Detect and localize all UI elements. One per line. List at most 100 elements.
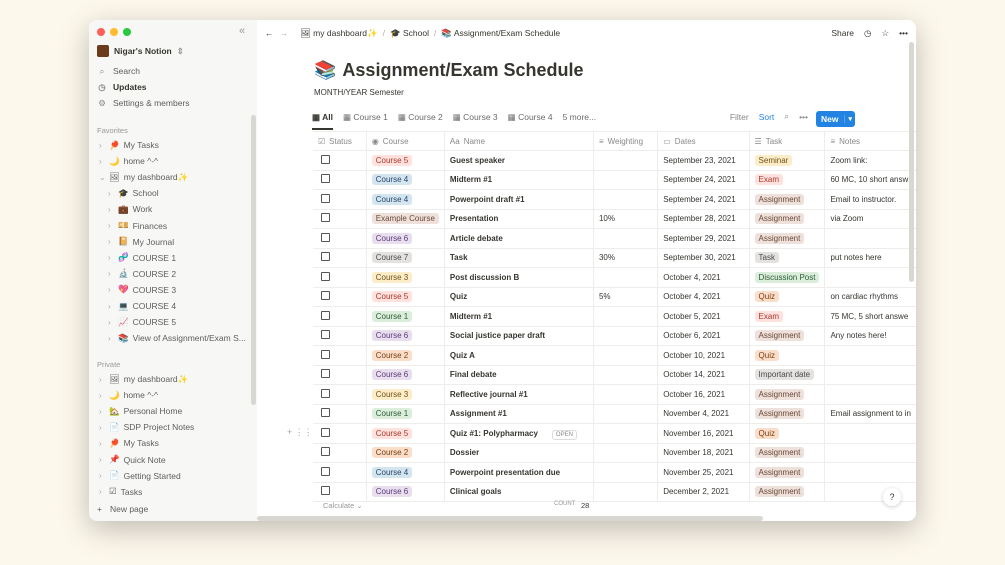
task-cell[interactable]: Discussion Post: [748, 267, 825, 288]
name-cell[interactable]: Midterm #1: [443, 306, 594, 327]
sidebar-private-item[interactable]: › 📌 Quick Note: [99, 453, 166, 467]
course-cell[interactable]: Course 5: [365, 150, 445, 171]
sidebar-favorite-item[interactable]: › 🧬 COURSE 1: [108, 251, 176, 265]
task-cell[interactable]: Exam: [748, 306, 825, 327]
table-row[interactable]: Course 6 Article debate September 29, 2021…: [313, 228, 916, 249]
notes-cell[interactable]: [824, 462, 916, 483]
notes-cell[interactable]: [824, 267, 916, 288]
table-row[interactable]: Course 6 Social justice paper draft Octobe…: [313, 326, 916, 346]
name-cell[interactable]: Assignment #1: [443, 404, 594, 424]
date-cell[interactable]: September 28, 2021: [657, 209, 750, 229]
weighting-cell[interactable]: [592, 482, 658, 502]
weighting-cell[interactable]: [592, 150, 658, 171]
sidebar-favorite-item[interactable]: › 🏓 My Tasks: [99, 138, 159, 152]
date-cell[interactable]: November 4, 2021: [657, 404, 750, 424]
name-cell[interactable]: Final debate: [443, 365, 594, 385]
course-cell[interactable]: Course 3: [365, 267, 445, 288]
date-cell[interactable]: October 6, 2021: [657, 326, 750, 346]
table-row[interactable]: Example Course Presentation 10% September 2…: [313, 209, 916, 229]
course-cell[interactable]: Course 2: [365, 443, 445, 463]
workspace-switcher[interactable]: Nigar's Notion ⇕: [97, 45, 184, 57]
name-cell[interactable]: Guest speaker: [443, 150, 594, 171]
table-row[interactable]: Course 2 Dossier November 18, 2021 Assignme…: [313, 443, 916, 463]
notes-cell[interactable]: 60 MC, 10 short answ: [824, 170, 916, 190]
date-cell[interactable]: September 24, 2021: [657, 189, 750, 210]
sidebar-private-item[interactable]: › 🖼 my dashboard ✨: [99, 372, 188, 386]
chevron-right-icon[interactable]: ›: [108, 237, 114, 246]
weighting-cell[interactable]: [592, 345, 658, 366]
table-row[interactable]: Course 4 Midterm #1 September 24, 2021 Exam…: [313, 170, 916, 190]
status-checkbox[interactable]: [321, 330, 330, 340]
status-checkbox[interactable]: [321, 252, 330, 262]
sidebar-favorite-item[interactable]: › 🔬 COURSE 2: [108, 267, 176, 281]
sidebar-favorite-item[interactable]: › 📚 View of Assignment/Exam S...: [108, 331, 246, 345]
more-icon[interactable]: •••: [899, 28, 908, 38]
chevron-right-icon[interactable]: ›: [108, 334, 114, 343]
chevron-right-icon[interactable]: ›: [108, 318, 114, 327]
forward-arrow-icon[interactable]: →: [280, 28, 289, 38]
breadcrumb-item[interactable]: 🖼 my dashboard✨: [300, 28, 378, 39]
date-cell[interactable]: November 25, 2021: [657, 462, 750, 483]
date-cell[interactable]: October 14, 2021: [657, 365, 750, 385]
notes-cell[interactable]: Email to instructor.: [824, 189, 916, 210]
tab-course-2[interactable]: ▦ Course 2: [398, 112, 443, 130]
sidebar-private-item[interactable]: › 🌙 home ^-^: [99, 388, 158, 402]
new-button[interactable]: New ▾: [816, 111, 855, 127]
name-cell[interactable]: Reflective journal #1: [443, 384, 594, 405]
horizontal-scrollbar[interactable]: [257, 516, 763, 521]
sidebar-favorite-item[interactable]: › 🎓 School: [108, 186, 159, 200]
notes-cell[interactable]: [824, 482, 916, 502]
column-header-name[interactable]: Aa Name: [443, 131, 594, 151]
task-cell[interactable]: Task: [748, 248, 825, 268]
sort-button[interactable]: Sort: [759, 112, 775, 122]
notes-cell[interactable]: [824, 384, 916, 405]
weighting-cell[interactable]: [592, 423, 658, 444]
chevron-right-icon[interactable]: ›: [108, 269, 114, 278]
table-row[interactable]: Course 5 Quiz #1: Polypharmacy OPEN Novembe…: [313, 423, 916, 444]
sidebar-private-item[interactable]: › 📄 Getting Started: [99, 469, 181, 483]
task-cell[interactable]: Assignment: [748, 482, 825, 502]
sidebar-favorite-item[interactable]: › 💼 Work: [108, 202, 152, 216]
table-row[interactable]: Course 4 Powerpoint draft #1 September 24,…: [313, 189, 916, 210]
course-cell[interactable]: Course 4: [365, 170, 445, 190]
date-cell[interactable]: October 4, 2021: [657, 267, 750, 288]
column-header-task[interactable]: ☰ Task: [748, 131, 825, 151]
date-cell[interactable]: September 23, 2021: [657, 150, 750, 171]
collapse-sidebar-icon[interactable]: «: [239, 25, 245, 37]
notes-cell[interactable]: [824, 443, 916, 463]
sidebar-favorite-item[interactable]: › 💖 COURSE 3: [108, 283, 176, 297]
sidebar-favorite-item[interactable]: › 🌙 home ^-^: [99, 154, 158, 168]
task-cell[interactable]: Assignment: [748, 189, 825, 210]
status-checkbox[interactable]: [321, 388, 330, 398]
table-row[interactable]: Course 6 Clinical goals December 2, 2021 As…: [313, 482, 916, 502]
table-row[interactable]: Course 6 Final debate October 14, 2021 Impo…: [313, 365, 916, 385]
name-cell[interactable]: Dossier: [443, 443, 594, 463]
status-checkbox[interactable]: [321, 271, 330, 281]
date-cell[interactable]: October 10, 2021: [657, 345, 750, 366]
task-cell[interactable]: Quiz: [748, 345, 825, 366]
sidebar-favorite-item[interactable]: › 💴 Finances: [108, 219, 167, 233]
tab-5-more-[interactable]: 5 more...: [563, 112, 597, 130]
chevron-down-icon[interactable]: ⌄: [99, 173, 106, 182]
date-cell[interactable]: November 16, 2021: [657, 423, 750, 444]
notes-cell[interactable]: [824, 423, 916, 444]
task-cell[interactable]: Important date: [748, 365, 825, 385]
column-header-status[interactable]: ☑ Status: [313, 131, 367, 151]
chevron-right-icon[interactable]: ›: [99, 487, 105, 496]
status-checkbox[interactable]: [321, 193, 330, 203]
status-checkbox[interactable]: [321, 447, 330, 457]
status-checkbox[interactable]: [321, 154, 330, 164]
task-cell[interactable]: Quiz: [748, 287, 825, 307]
task-cell[interactable]: Assignment: [748, 443, 825, 463]
name-cell[interactable]: Clinical goals: [443, 482, 594, 502]
notes-cell[interactable]: [824, 365, 916, 385]
column-header-notes[interactable]: ≡ Notes: [824, 131, 916, 151]
course-cell[interactable]: Course 6: [365, 482, 445, 502]
weighting-cell[interactable]: [592, 404, 658, 424]
search-icon[interactable]: ⌕: [784, 111, 789, 122]
star-icon[interactable]: ☆: [881, 28, 889, 39]
weighting-cell[interactable]: [592, 306, 658, 327]
column-header-dates[interactable]: ▭ Dates: [657, 131, 750, 151]
notes-cell[interactable]: Any notes here!: [824, 326, 916, 346]
date-cell[interactable]: November 18, 2021: [657, 443, 750, 463]
